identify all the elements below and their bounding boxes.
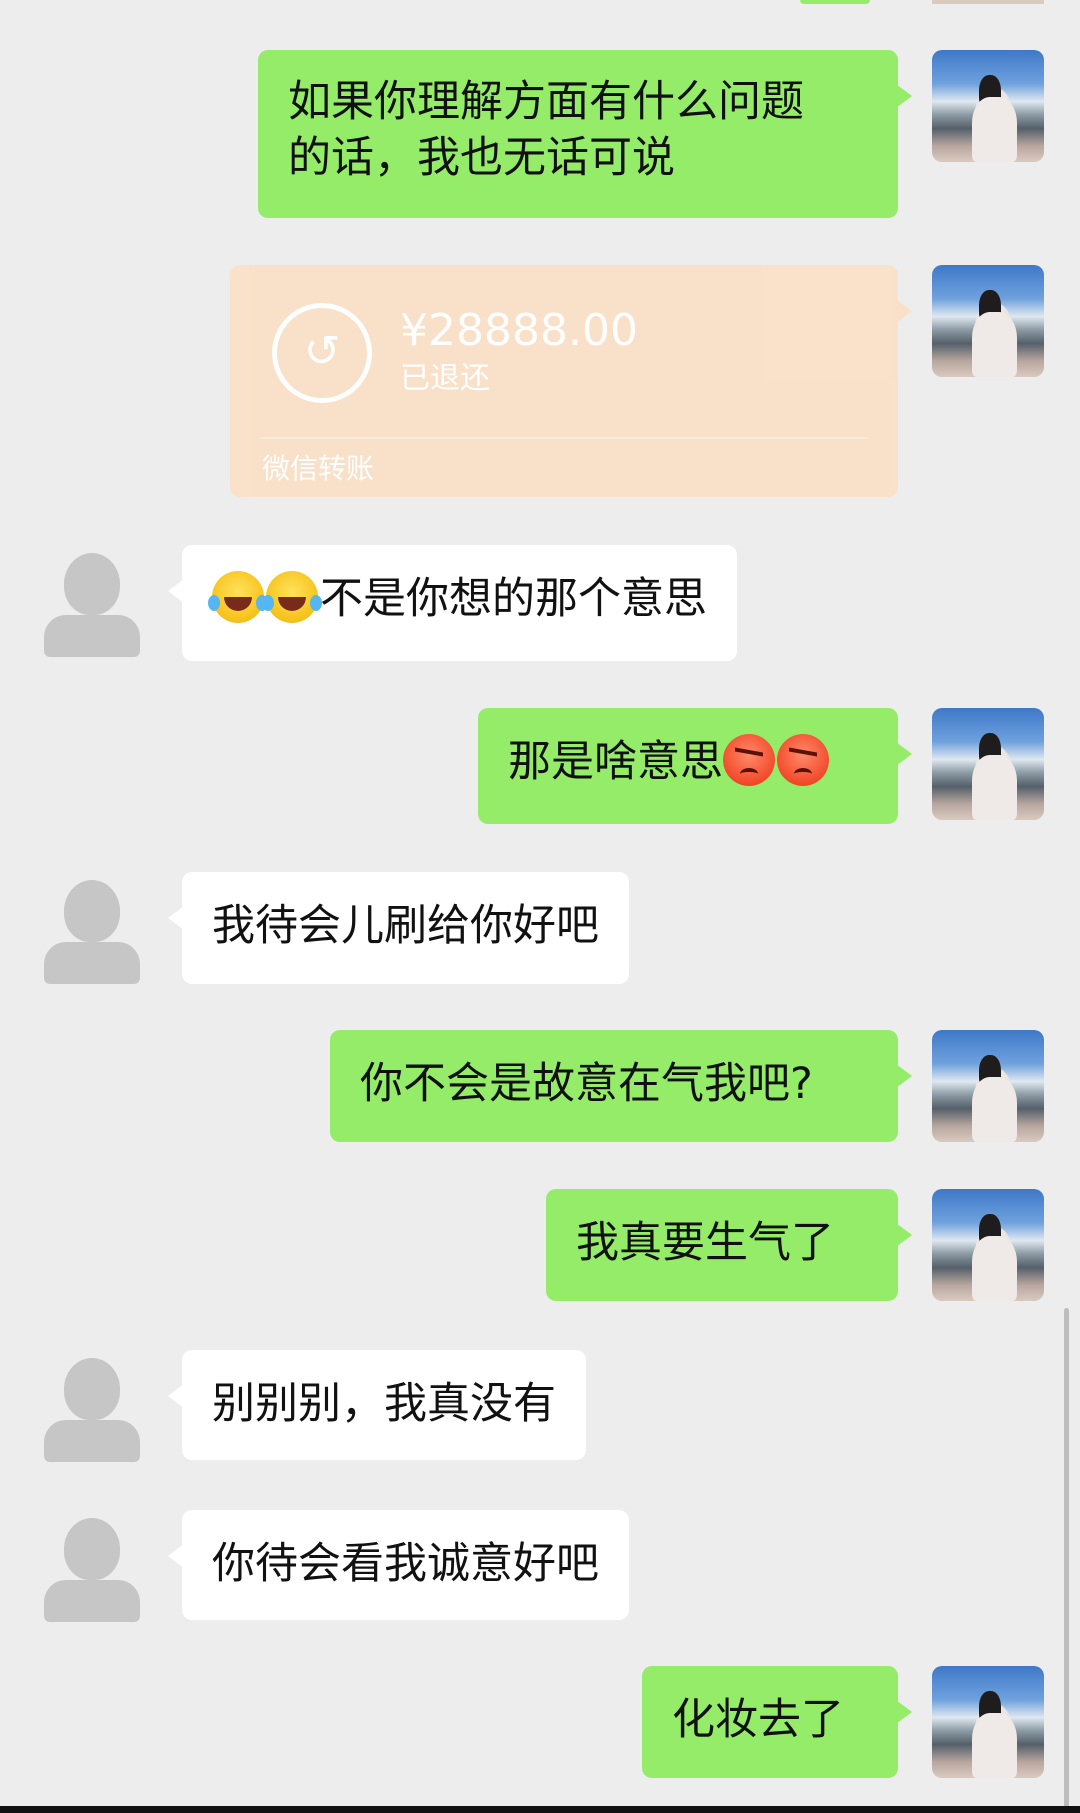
message-bubble[interactable]: 你不会是故意在气我吧? <box>330 1030 912 1142</box>
transfer-amount: ¥28888.00 <box>400 305 638 356</box>
my-avatar[interactable] <box>932 1030 1044 1142</box>
message-text: 你不会是故意在气我吧? <box>360 1059 813 1109</box>
default-avatar-icon <box>36 872 148 984</box>
angry-face-icon <box>777 734 829 786</box>
previous-avatar-edge <box>932 0 1044 4</box>
angry-face-icon <box>723 734 775 786</box>
avatar-photo <box>932 1030 1044 1142</box>
transfer-status: 已退还 <box>400 361 490 396</box>
message-bubble[interactable]: 那是啥意思 <box>478 708 912 824</box>
message-text: 你待会看我诚意好吧 <box>212 1539 599 1589</box>
avatar-photo <box>932 265 1044 377</box>
my-avatar[interactable] <box>932 50 1044 162</box>
contact-avatar[interactable] <box>36 1510 148 1622</box>
transfer-card[interactable]: ↺ ¥28888.00 已退还 微信转账 <box>230 265 912 497</box>
transfer-source: 微信转账 <box>262 452 375 485</box>
message-bubble[interactable]: 我真要生气了 <box>546 1189 912 1301</box>
avatar-photo <box>932 1189 1044 1301</box>
message-text: 别别别，我真没有 <box>212 1379 556 1429</box>
my-avatar[interactable] <box>932 1189 1044 1301</box>
my-avatar[interactable] <box>932 708 1044 820</box>
default-avatar-icon <box>36 1350 148 1462</box>
message-text: 不是你想的那个意思 <box>320 574 707 624</box>
contact-avatar[interactable] <box>36 545 148 657</box>
laughing-tears-icon <box>262 571 318 623</box>
message-text: 化妆去了 <box>672 1695 844 1745</box>
avatar-photo <box>932 1666 1044 1778</box>
return-arrow-icon: ↺ <box>272 303 372 403</box>
message-text: 我待会儿刷给你好吧 <box>212 901 599 951</box>
message-line: 的话，我也无话可说 <box>288 133 675 183</box>
my-avatar[interactable] <box>932 265 1044 377</box>
message-text: 那是啥意思 <box>508 737 723 787</box>
message-bubble[interactable]: 我待会儿刷给你好吧 <box>168 872 629 984</box>
chat-history[interactable]: 如果你理解方面有什么问题 的话，我也无话可说 ↺ ¥28888.00 已退还 微… <box>0 0 1080 1813</box>
message-bubble[interactable]: 别别别，我真没有 <box>168 1350 586 1460</box>
message-bubble[interactable]: 如果你理解方面有什么问题 的话，我也无话可说 <box>258 50 912 218</box>
message-bubble[interactable]: 不是你想的那个意思 <box>168 545 737 661</box>
avatar-photo <box>932 708 1044 820</box>
previous-bubble-edge <box>800 0 870 4</box>
message-text: 我真要生气了 <box>576 1218 834 1268</box>
default-avatar-icon <box>36 545 148 657</box>
message-bubble[interactable]: 你待会看我诚意好吧 <box>168 1510 629 1620</box>
message-line: 如果你理解方面有什么问题 <box>288 77 804 127</box>
default-avatar-icon <box>36 1510 148 1622</box>
message-bubble[interactable]: 化妆去了 <box>642 1666 912 1778</box>
contact-avatar[interactable] <box>36 872 148 984</box>
avatar-photo <box>932 50 1044 162</box>
laughing-tears-icon <box>208 571 264 623</box>
bottom-edge <box>0 1806 1080 1813</box>
contact-avatar[interactable] <box>36 1350 148 1462</box>
transfer-divider <box>260 437 868 439</box>
my-avatar[interactable] <box>932 1666 1044 1778</box>
scrollbar[interactable] <box>1064 1308 1069 1813</box>
